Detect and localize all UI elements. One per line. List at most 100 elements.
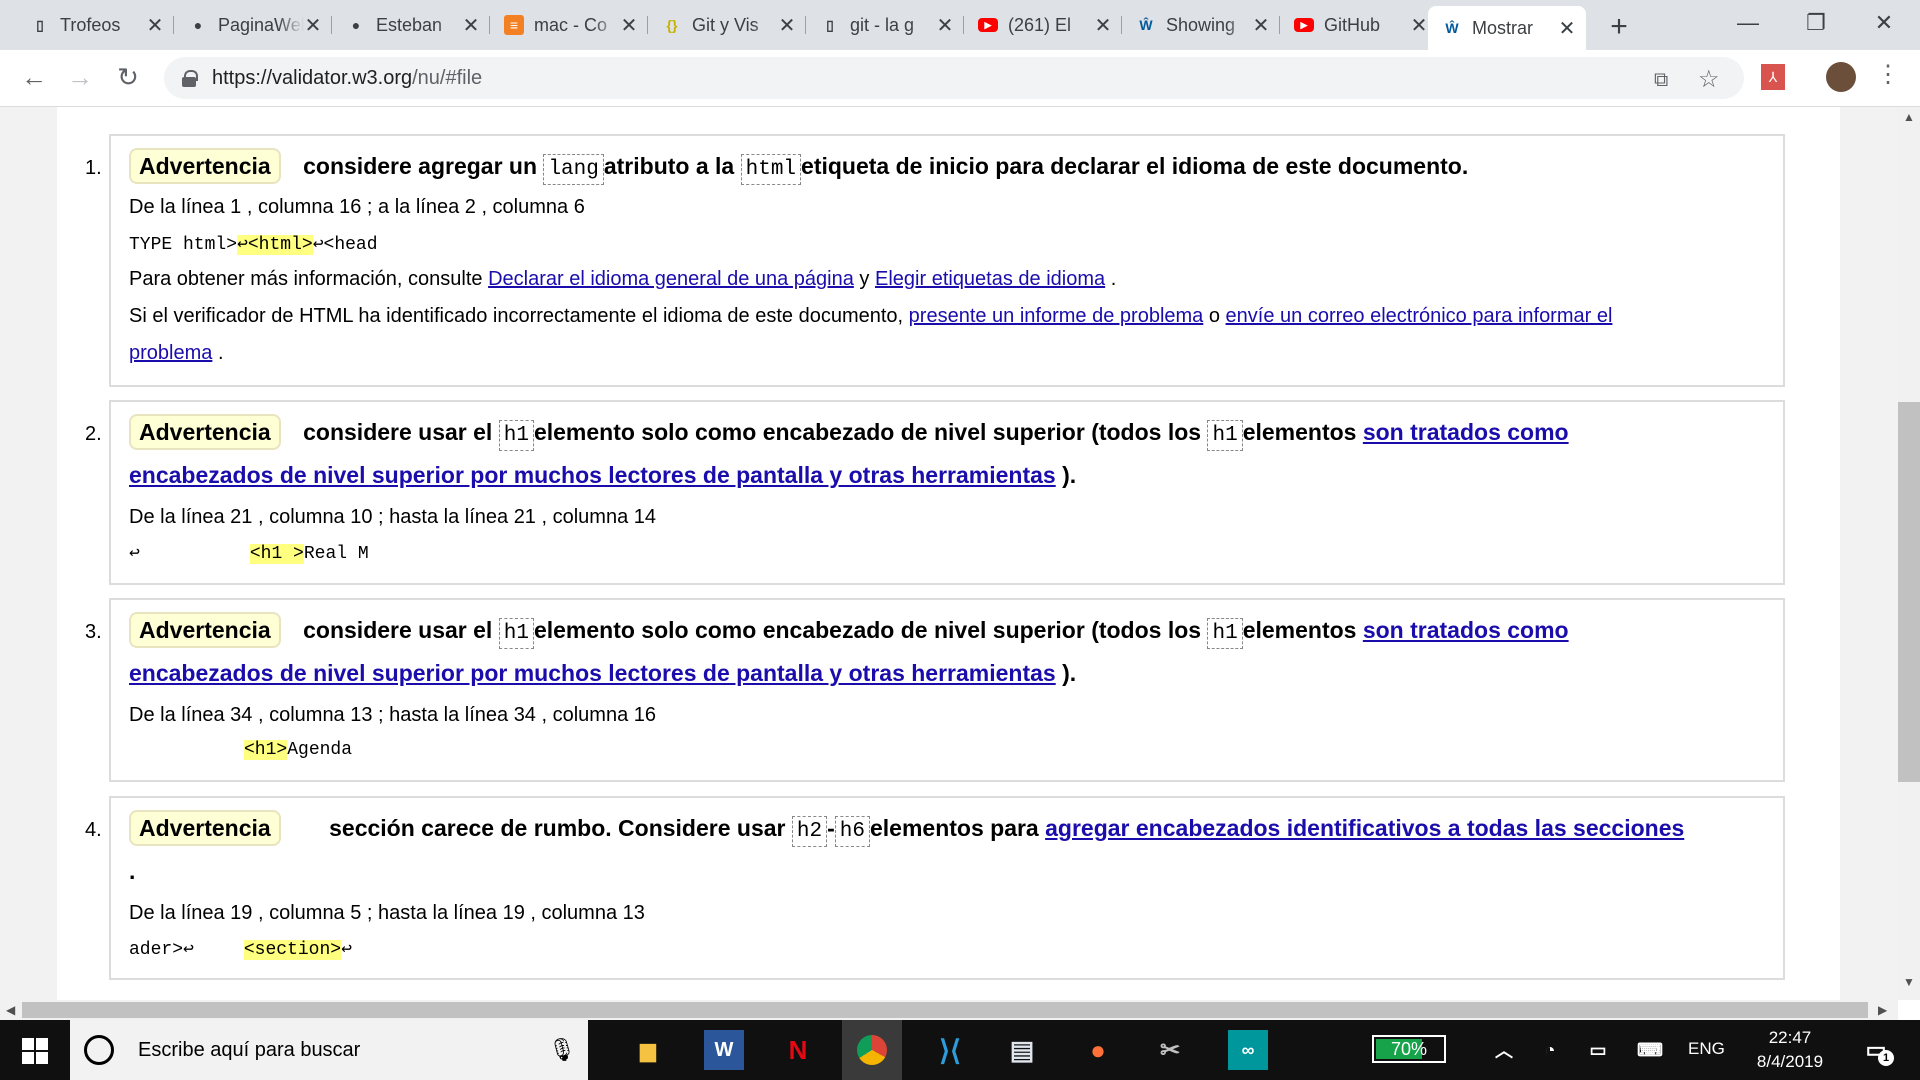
warning-title: Advertencia sección carece de rumbo. Con… (129, 810, 1684, 849)
address-bar[interactable]: https://validator.w3.org/nu/#file ⧉ ☆ (164, 57, 1744, 99)
w3c-icon: Ŵ (1139, 17, 1153, 33)
github-icon: ● (351, 17, 361, 33)
document-icon[interactable]: ▤ (1002, 1030, 1042, 1070)
tab-git-y-vis[interactable]: {} Git y Vis ✕ (648, 8, 806, 42)
close-tab-icon[interactable]: ✕ (1410, 13, 1428, 38)
firefox-icon[interactable]: ● (1078, 1030, 1118, 1070)
close-tab-icon[interactable]: ✕ (1094, 13, 1112, 38)
link-tratados-como[interactable]: son tratados como (1363, 617, 1569, 643)
pdf-extension-icon[interactable]: ⅄ (1761, 64, 1785, 90)
link-correo[interactable]: envíe un correo electrónico para informa… (1226, 305, 1613, 327)
vscode-icon[interactable]: ⟩⟨ (930, 1030, 970, 1070)
battery-icon[interactable]: ▭ (1578, 1030, 1618, 1070)
vertical-scroll-thumb[interactable] (1898, 402, 1920, 782)
warning-badge: Advertencia (129, 148, 281, 184)
link-tratados-como[interactable]: encabezados de nivel superior por muchos… (129, 462, 1056, 488)
scroll-left-arrow-icon[interactable]: ◀ (6, 1003, 15, 1017)
translate-icon[interactable]: ⧉ (1654, 69, 1668, 92)
avatar[interactable] (1826, 62, 1856, 92)
tab-trofeos[interactable]: ▯ Trofeos ✕ (16, 8, 174, 42)
close-tab-icon[interactable]: ✕ (1558, 16, 1576, 41)
link-tratados-como[interactable]: encabezados de nivel superior por muchos… (129, 660, 1056, 686)
link-elegir-etiquetas[interactable]: Elegir etiquetas de idioma (875, 268, 1105, 290)
github-icon: ● (193, 17, 203, 33)
warning-badge: Advertencia (129, 810, 281, 846)
taskbar-search[interactable]: Escribe aquí para buscar 🎙 (70, 1020, 588, 1080)
microphone-icon[interactable]: 🎙 (548, 1037, 576, 1063)
code-token: lang (543, 154, 604, 185)
restore-icon[interactable]: ❐ (1796, 10, 1836, 36)
link-tratados-como[interactable]: son tratados como (1363, 419, 1569, 445)
warning-card: Advertencia considere usar el h1 elemento… (109, 400, 1785, 585)
tab-strip: ▯ Trofeos ✕ ● PaginaWeb ✕ ● Esteban ✕ ≡ mac - C… (0, 0, 1920, 50)
code-token: h6 (834, 816, 870, 847)
windows-taskbar: Escribe aquí para buscar 🎙 ▆ W N ⟩⟨ ▤ ● … (0, 1020, 1920, 1080)
close-tab-icon[interactable]: ✕ (1252, 13, 1270, 38)
close-window-icon[interactable]: ✕ (1864, 10, 1904, 36)
reload-icon[interactable]: ↻ (112, 62, 144, 93)
tab-mac[interactable]: ≡ mac - Co ✕ (490, 8, 648, 42)
tab-paginaweb[interactable]: ● PaginaWeb ✕ (174, 8, 332, 42)
location-text: De la línea 1 , columna 16 ; a la línea … (129, 196, 585, 218)
warning-title: Advertencia considere usar el h1 elemento… (129, 414, 1569, 453)
warning-badge: Advertencia (129, 414, 281, 450)
windows-start-icon[interactable] (22, 1038, 48, 1064)
tab-github[interactable]: ▶ GitHub ✕ (1280, 8, 1438, 42)
location-text: De la línea 21 , columna 10 ; hasta la l… (129, 506, 657, 528)
tab-git-la[interactable]: ▯ git - la g ✕ (806, 8, 964, 42)
snipping-tool-icon[interactable]: ✂ (1150, 1030, 1190, 1070)
scroll-up-arrow-icon[interactable]: ▲ (1903, 110, 1915, 124)
battery-meter[interactable]: 70% (1372, 1035, 1446, 1063)
page-body: 1. Advertencia considere agregar un lang… (57, 107, 1840, 1000)
language-indicator[interactable]: ENG (1688, 1039, 1725, 1059)
chrome-taskbar-button[interactable] (842, 1020, 902, 1080)
new-tab-button[interactable]: + (1606, 10, 1632, 44)
code-token: h1 (498, 420, 534, 451)
keyboard-icon[interactable]: ⌨ (1630, 1030, 1670, 1070)
warning-card: Advertencia considere agregar un lang atr… (109, 134, 1785, 387)
back-arrow-icon[interactable]: ← (18, 62, 50, 93)
menu-kebab-icon[interactable]: ⋮ (1876, 60, 1900, 89)
word-icon[interactable]: W (704, 1030, 744, 1070)
forward-arrow-icon[interactable]: → (64, 62, 96, 93)
horizontal-scroll-thumb[interactable] (22, 1002, 1868, 1018)
chevron-up-icon[interactable]: ︿ (1484, 1030, 1524, 1070)
error-report-text: Si el verificador de HTML ha identificad… (129, 305, 1613, 327)
page-icon: ▯ (36, 16, 44, 33)
time-text: 22:47 (1768, 1028, 1812, 1047)
bookmark-star-icon[interactable]: ☆ (1698, 65, 1720, 94)
link-declarar-idioma[interactable]: Declarar el idioma general de una página (488, 268, 854, 290)
close-tab-icon[interactable]: ✕ (304, 13, 322, 38)
notification-icon[interactable]: ▭ 1 (1856, 1030, 1896, 1070)
close-tab-icon[interactable]: ✕ (778, 13, 796, 38)
clock[interactable]: 22:47 8/4/2019 (1740, 1026, 1840, 1074)
close-tab-icon[interactable]: ✕ (146, 13, 164, 38)
location-text: De la línea 19 , columna 5 ; hasta la lí… (129, 902, 645, 924)
url-path: /nu/#file (412, 66, 483, 89)
link-agregar-encabezados[interactable]: agregar encabezados identificativos a to… (1045, 815, 1684, 841)
close-tab-icon[interactable]: ✕ (462, 13, 480, 38)
tab-mostrar-active[interactable]: Ŵ Mostrar ✕ (1428, 6, 1586, 50)
close-tab-icon[interactable]: ✕ (936, 13, 954, 38)
w3c-icon: Ŵ (1445, 20, 1459, 36)
tab-youtube-261[interactable]: ▶ (261) El ✕ (964, 8, 1122, 42)
link-informe-problema[interactable]: presente un informe de problema (909, 305, 1204, 327)
wifi-icon[interactable]: ◔ (1530, 1030, 1570, 1070)
code-token: h1 (1207, 618, 1243, 649)
warning-title: Advertencia considere usar el h1 elemento… (129, 612, 1569, 651)
link-correo[interactable]: problema (129, 342, 212, 364)
arduino-icon[interactable]: ∞ (1228, 1030, 1268, 1070)
minimize-icon[interactable]: — (1728, 10, 1768, 36)
notification-count: 1 (1878, 1050, 1894, 1066)
location-text: De la línea 34 , columna 13 ; hasta la l… (129, 704, 657, 726)
stackoverflow-icon: ≡ (504, 15, 524, 35)
file-explorer-icon[interactable]: ▆ (628, 1030, 668, 1070)
scroll-right-arrow-icon[interactable]: ▶ (1878, 1003, 1887, 1017)
extract: ader>↩ <section>↩ (129, 940, 352, 960)
warning-badge: Advertencia (129, 612, 281, 648)
tab-esteban[interactable]: ● Esteban ✕ (332, 8, 490, 42)
tab-showing[interactable]: Ŵ Showing ✕ (1122, 8, 1280, 42)
close-tab-icon[interactable]: ✕ (620, 13, 638, 38)
scroll-down-arrow-icon[interactable]: ▼ (1903, 975, 1915, 989)
netflix-icon[interactable]: N (778, 1030, 818, 1070)
